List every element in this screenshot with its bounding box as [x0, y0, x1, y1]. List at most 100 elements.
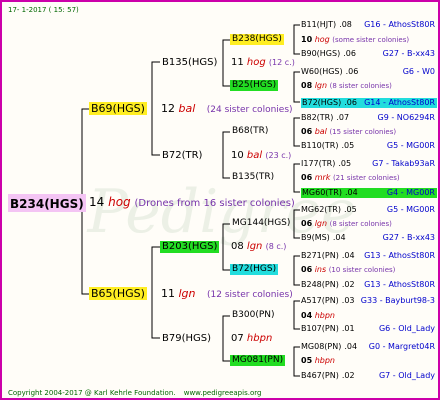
g4-name: B72(HGS) [302, 98, 342, 107]
g3-b1-node[interactable]: B68(TR) [230, 126, 270, 137]
g3-a1-node[interactable]: B238(HGS) [230, 34, 284, 45]
g3-d1-gen: 04 [301, 311, 313, 320]
g4-gen: G6 - Old_Lady [378, 324, 435, 333]
g3-a2-tag: lgn [314, 81, 328, 90]
g4-entry[interactable]: B107(PN) .01 G6 - Old_Lady [301, 325, 437, 333]
g4-entry[interactable]: B9(MS) .04 G27 - B-xx43 [301, 234, 437, 242]
g4-entry[interactable]: W60(HGS) .06 G6 - W0 [301, 68, 437, 76]
g4-entry[interactable]: MG60(TR) .04 G4 - MG00R [301, 188, 437, 198]
g4-name: A517(PN) [301, 296, 339, 305]
g2-d-gen: 07 [231, 333, 244, 344]
g4-entry[interactable]: B72(HGS) .06 G14 - AthosSt80R [301, 98, 437, 108]
g3-a1-note: (some sister colonies) [332, 36, 410, 44]
g4-year: .05 [338, 159, 352, 168]
g1-bot-node[interactable]: B65(HGS) [89, 287, 147, 300]
g4-entry[interactable]: A517(PN) .03 G33 - Bayburt98-3 [301, 297, 437, 305]
g4-year: .02 [341, 371, 355, 380]
g3-d1-name: B300(PN) [232, 310, 275, 320]
g3-d1-node[interactable]: B300(PN) [230, 310, 277, 321]
g4-gen: G7 - Old_Lady [378, 371, 435, 380]
g4-entry[interactable]: MG62(TR) .05 G5 - MG00R [301, 206, 437, 214]
g4-entry[interactable]: B11(HJT) .08 G16 - AthosSt80R [301, 21, 437, 29]
g4-gen: G0 - Margret04R [368, 342, 435, 351]
g4-gen: G13 - AthosSt80R [364, 251, 435, 260]
g3-c2-node[interactable]: B72(HGS) [230, 264, 279, 275]
g3-a1-gen: 10 [301, 35, 313, 44]
g3-c1-info: 06 lgn (8 sister colonies) [301, 220, 392, 228]
g3-b2-info: 06 mrk (21 sister colonies) [301, 174, 400, 182]
g4-year: .02 [341, 280, 355, 289]
g4-gen: G27 - B-xx43 [382, 233, 435, 242]
g1-bot-gen: 11 [161, 287, 175, 300]
g1-top-name: B69(HGS) [91, 102, 145, 115]
g4-name: I177(TR) [301, 159, 336, 168]
g4-year: .07 [336, 113, 350, 122]
g2-a-node[interactable]: B135(HGS) [160, 57, 219, 69]
g3-b2-gen: 06 [301, 173, 313, 182]
g4-name: MG62(TR) [301, 205, 341, 214]
g2-c-name: B203(HGS) [162, 241, 218, 252]
g4-entry[interactable]: B82(TR) .07 G9 - NO6294R [301, 114, 437, 122]
g2-d-info: 07 hbpn [231, 334, 272, 344]
g3-c2-gen: 06 [301, 265, 313, 274]
root-tag: hog [108, 195, 131, 209]
g1-top-gen: 12 [161, 102, 175, 115]
g2-d-tag: hbpn [246, 333, 273, 344]
g1-top-tag: bal [178, 102, 196, 115]
g4-gen: G14 - AthosSt80R [364, 98, 435, 107]
g3-c1-name: MG144(HGS) [232, 218, 291, 228]
header-date: 17- 1-2017 ( 15: 57) [8, 6, 79, 14]
root-node[interactable]: B234(HGS) [8, 194, 86, 212]
g2-b-name: B72(TR) [162, 150, 203, 161]
g4-name: B9(MS) [301, 233, 330, 242]
g4-entry[interactable]: MG08(PN) .04 G0 - Margret04R [301, 343, 437, 351]
g3-a1-tag: hog [314, 35, 330, 44]
g3-d2-node[interactable]: MG081(PN) [230, 355, 286, 366]
g3-b2-tag: mrk [314, 173, 331, 182]
g2-a-info: 11 hog (12 c.) [231, 58, 295, 68]
g3-c2-tag: ins [314, 265, 327, 274]
g4-name: B107(PN) [301, 324, 339, 333]
root-name: B234(HGS) [10, 197, 84, 211]
g2-c-tag: lgn [246, 241, 263, 252]
g3-b1-note: (15 sister colonies) [329, 128, 397, 136]
g4-year: .06 [345, 67, 359, 76]
g3-b1-name: B68(TR) [232, 126, 269, 136]
g4-gen: G9 - NO6294R [377, 113, 435, 122]
g4-gen: G33 - Bayburt98-3 [360, 296, 435, 305]
g4-gen: G5 - MG00R [386, 141, 435, 150]
footer-site[interactable]: www.pedigreeapis.org [184, 389, 262, 397]
g2-d-name: B79(HGS) [162, 333, 212, 344]
g4-entry[interactable]: B110(TR) .05 G5 - MG00R [301, 142, 437, 150]
g4-name: B110(TR) [301, 141, 339, 150]
g1-top-node[interactable]: B69(HGS) [89, 102, 147, 115]
g4-gen: G5 - MG00R [386, 205, 435, 214]
g1-bot-info: 11 lgn (12 sister colonies) [161, 288, 293, 300]
g3-c1-node[interactable]: MG144(HGS) [230, 218, 292, 229]
g4-entry[interactable]: B271(PN) .04 G13 - AthosSt80R [301, 252, 437, 260]
g4-entry[interactable]: B248(PN) .02 G13 - AthosSt80R [301, 281, 437, 289]
g3-b1-gen: 06 [301, 127, 313, 136]
g4-entry[interactable]: B90(HGS) .06 G27 - B-xx43 [301, 50, 437, 58]
g3-d2-tag: hbpn [314, 356, 335, 365]
g2-d-node[interactable]: B79(HGS) [160, 333, 213, 345]
g2-a-note: (12 c.) [268, 58, 295, 67]
g2-a-gen: 11 [231, 57, 244, 68]
g1-top-info: 12 bal (24 sister colonies) [161, 103, 293, 115]
g4-year: .03 [341, 296, 355, 305]
g3-a2-gen: 08 [301, 81, 313, 90]
g4-year: .04 [341, 251, 355, 260]
g4-entry[interactable]: B467(PN) .02 G7 - Old_Lady [301, 372, 437, 380]
g4-entry[interactable]: I177(TR) .05 G7 - Takab93aR [301, 160, 437, 168]
g3-b2-note: (21 sister colonies) [332, 174, 400, 182]
g3-b2-node[interactable]: B135(TR) [230, 172, 276, 183]
g4-name: MG08(PN) [301, 342, 342, 351]
g3-c2-name: B72(HGS) [232, 264, 277, 274]
g4-year: .05 [343, 205, 357, 214]
g3-a2-note: (8 sister colonies) [329, 82, 392, 90]
g2-c-node[interactable]: B203(HGS) [160, 241, 220, 253]
g3-a2-info: 08 lgn (8 sister colonies) [301, 82, 392, 90]
g3-a2-node[interactable]: B25(HGS) [230, 80, 279, 91]
g3-d2-info: 05 hbpn [301, 357, 335, 365]
g2-b-node[interactable]: B72(TR) [160, 150, 204, 162]
